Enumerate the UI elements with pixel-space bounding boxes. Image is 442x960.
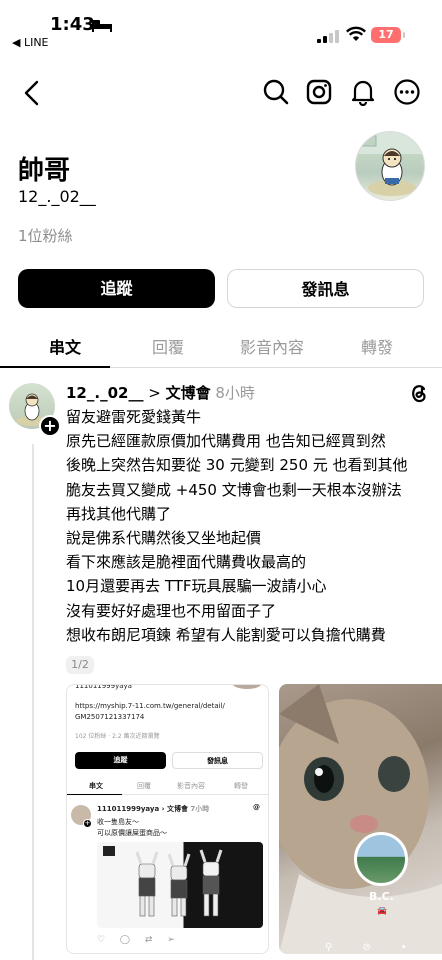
threads-logo-icon [412, 385, 426, 403]
wifi-icon [346, 26, 366, 41]
shot-post-user: 111011999yaya › 文博會 7小時 [97, 805, 210, 813]
profile-tabs: 串文 回覆 影音內容 轉發 [0, 330, 442, 368]
shot-message-button: 發訊息 [172, 752, 263, 769]
post-line: 留友避雷死愛錢黃牛 [66, 408, 202, 426]
shot-link-line-2: GM2507121337174 [75, 713, 145, 721]
bc-caption: B.C. [369, 890, 394, 903]
shot-tab: 轉發 [234, 782, 248, 790]
figurines-image [103, 846, 223, 917]
shot2-action-icons: ⚲⊘• [325, 942, 437, 953]
threads-logo-icon: @ [253, 803, 260, 811]
chevron-right-icon: > [148, 384, 161, 402]
bc-avatar [354, 832, 408, 886]
tab-media[interactable]: 影音內容 [240, 334, 304, 358]
post-line: 原先已經匯款原價加代購費用 也告知已經買到然 [66, 432, 386, 451]
follow-button[interactable]: 追蹤 [18, 269, 215, 308]
shot-tab: 回覆 [137, 782, 151, 790]
post-username[interactable]: 12_._02__ [66, 384, 143, 402]
shot-follow-button: 追蹤 [75, 752, 166, 769]
post-header: 12_._02__ > 文博會 8小時 [66, 382, 255, 403]
thread-line [32, 444, 34, 960]
post-time: 8小時 [215, 384, 255, 402]
bed-icon [92, 20, 112, 32]
post-line: 再找其他代購了 [66, 504, 172, 523]
bell-icon[interactable] [349, 78, 377, 106]
kitten-photo [279, 684, 442, 954]
shot-tabs: 串文 回覆 影音內容 轉發 [67, 777, 268, 795]
shot-tab: 串文 [89, 782, 103, 790]
shot-post-line-1: 收一隻島友～ [97, 818, 139, 826]
shot-product-photo [97, 842, 263, 928]
image-page-indicator: 1/2 [66, 656, 94, 674]
post-line: 沒有要好好處理也不用留面子了 [66, 601, 277, 620]
post-topic[interactable]: 文博會 [166, 384, 211, 402]
profile-handle: 12_._02__ [18, 187, 96, 206]
tab-threads[interactable]: 串文 [49, 334, 81, 358]
message-button[interactable]: 發訊息 [227, 269, 424, 308]
shot-username: 111011999yaya [75, 684, 132, 690]
post-line: 看下來應該是脆裡面代購費收最高的 [66, 553, 307, 572]
attached-image-2[interactable]: B.C. 🚘 ⚲⊘• [279, 684, 442, 954]
back-arrow-icon[interactable] [22, 80, 42, 106]
shot-action-icons: ♡ ◯ ⇄ ➢ [97, 935, 181, 945]
shot-stats: 102 位粉絲 · 2.2 萬次近期瀏覽 [75, 733, 160, 740]
more-options-icon[interactable] [393, 78, 421, 106]
post-line: 後晚上突然告知要從 30 元變到 250 元 也看到其他 [66, 456, 408, 475]
profile-avatar[interactable] [355, 131, 425, 201]
post-line: 說是佛系代購然後又坐地起價 [66, 529, 262, 548]
back-to-line[interactable]: ◀ LINE [12, 36, 49, 49]
shot-avatar [232, 685, 262, 689]
shot-link-line-1: https://myship.7-11.com.tw/general/detai… [75, 702, 225, 710]
tab-reposts[interactable]: 轉發 [361, 334, 393, 358]
tab-replies[interactable]: 回覆 [152, 334, 184, 358]
battery-indicator: 17 [371, 27, 405, 43]
cartoon-character-icon [356, 132, 424, 196]
post-body: 留友避雷死愛錢黃牛 原先已經匯款原價加代購費用 也告知已經買到然 後晚上突然告知… [66, 405, 436, 647]
follow-plus-icon[interactable]: + [39, 415, 61, 437]
active-tab-indicator [0, 366, 110, 368]
attached-image-1[interactable]: 111011999yaya https://myship.7-11.com.tw… [66, 684, 269, 954]
profile-name: 帥哥 [18, 156, 71, 186]
instagram-icon[interactable] [305, 78, 333, 106]
post-line: 想收布朗尼項鍊 希望有人能割愛可以負擔代購費 [66, 625, 386, 644]
signal-icon [317, 30, 339, 43]
shot-post-line-2: 可以原價讓屎蛋商品～ [97, 829, 167, 837]
car-icon: 🚘 [377, 906, 387, 915]
status-time: 1:43 [50, 14, 95, 35]
post-line: 脆友去買又變成 +450 文博會也剩一天根本沒辦法 [66, 480, 402, 499]
shot-tab: 影音內容 [177, 782, 205, 790]
followers-count[interactable]: 1位粉絲 [18, 225, 73, 246]
post-line: 10月還要再去 TTF玩具展騙一波請小心 [66, 577, 327, 596]
search-icon[interactable] [262, 78, 290, 106]
